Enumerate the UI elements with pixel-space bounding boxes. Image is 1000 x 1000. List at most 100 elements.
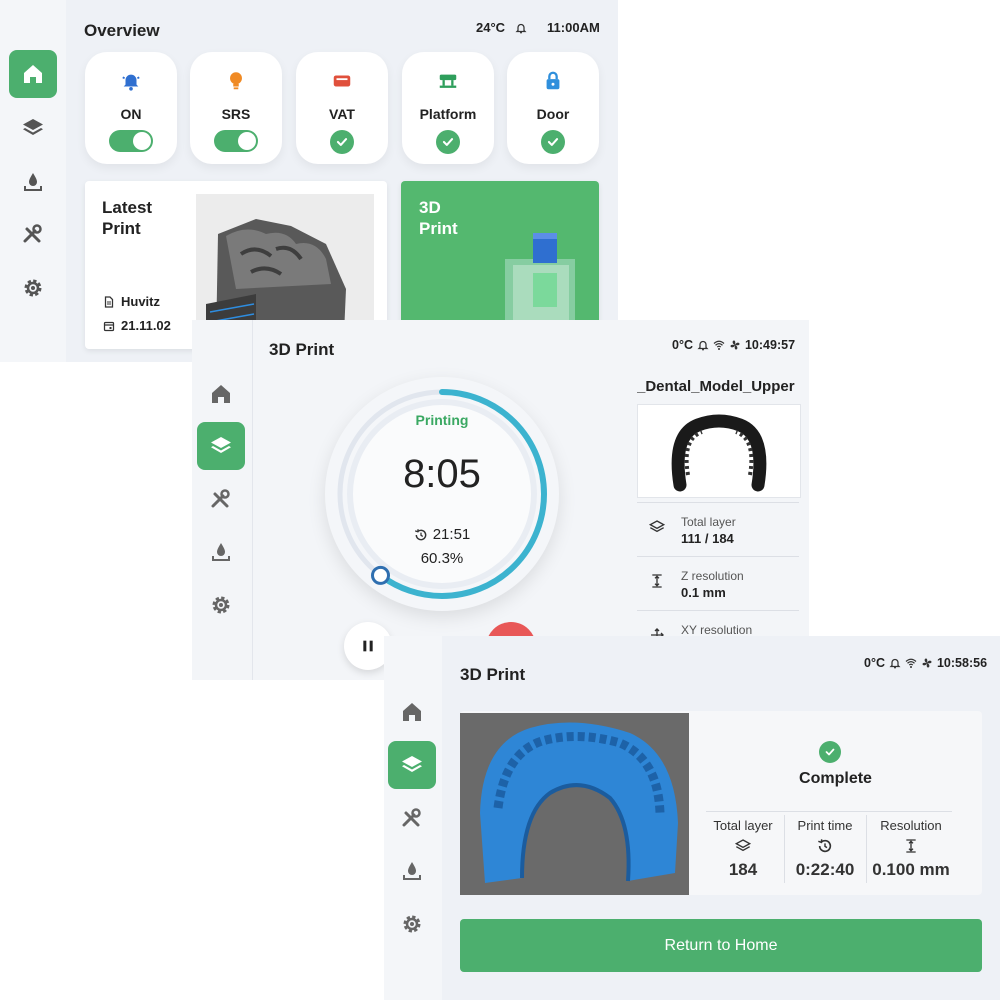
fan-icon xyxy=(922,658,932,668)
title-line: 3D xyxy=(419,198,441,217)
complete-state: Complete xyxy=(799,770,872,787)
platform-check xyxy=(436,130,460,154)
status-bar: 0°C 10:49:57 xyxy=(672,338,795,352)
wifi-icon xyxy=(713,340,725,350)
title-line: Print xyxy=(419,219,458,238)
info-row-z-resolution: Z resolution 0.1 mm xyxy=(637,556,799,611)
page-title: 3D Print xyxy=(460,665,526,684)
stat-total-layer: Total layer 184 xyxy=(703,818,783,880)
stat-resolution: Resolution 0.100 mm xyxy=(867,818,955,880)
layers-icon xyxy=(402,756,422,772)
srs-toggle[interactable] xyxy=(214,130,258,152)
resin-icon xyxy=(403,862,421,880)
sidebar-item-resin[interactable] xyxy=(388,847,436,895)
info-label: XY resolution xyxy=(681,623,753,637)
temperature: 0°C xyxy=(864,656,885,670)
elapsed-value: 21:51 xyxy=(432,526,471,543)
printing-screen: 3D Print 0°C 10:49:57 Printing 8:05 21:5… xyxy=(192,320,809,680)
bell-icon xyxy=(697,340,709,351)
layers-icon xyxy=(211,437,231,453)
complete-check xyxy=(819,741,841,763)
tile-label: VAT xyxy=(329,106,355,122)
clock: 10:58:56 xyxy=(936,656,988,670)
info-value: 0.1 mm xyxy=(681,585,726,600)
status-tile-srs: SRS xyxy=(190,52,282,164)
sidebar-item-print[interactable] xyxy=(388,741,436,789)
dental-model-image xyxy=(480,722,678,883)
tools-icon xyxy=(23,224,42,243)
progress-knob xyxy=(371,565,391,585)
gear-icon xyxy=(403,915,421,933)
print-name: Huvitz xyxy=(121,294,160,309)
tile-label: Platform xyxy=(419,106,477,122)
status-tile-door: Door xyxy=(507,52,599,164)
sidebar-item-home[interactable] xyxy=(9,50,57,98)
model-preview xyxy=(637,404,801,498)
gear-icon xyxy=(24,279,42,297)
history-icon xyxy=(414,528,427,540)
home-icon xyxy=(24,65,42,83)
home-icon xyxy=(212,385,230,403)
info-value: 111 / 184 xyxy=(681,531,734,546)
model-name: _Dental_Model_Upper xyxy=(637,378,795,395)
sidebar-item-resin[interactable] xyxy=(9,158,57,206)
sidebar-item-resin[interactable] xyxy=(197,528,245,576)
check-icon xyxy=(336,138,348,146)
vat-icon xyxy=(333,75,351,87)
sidebar xyxy=(192,320,253,680)
home-icon xyxy=(403,703,421,721)
stat-value: 184 xyxy=(728,860,758,879)
document-icon xyxy=(104,295,114,308)
calendar-icon xyxy=(103,321,115,331)
stat-label: Print time xyxy=(797,818,853,833)
check-icon xyxy=(825,748,835,756)
info-row-total-layer: Total layer 111 / 184 xyxy=(637,502,799,557)
print-date: 21.11.02 xyxy=(121,318,171,333)
tools-icon xyxy=(402,808,421,827)
overview-screen: Overview 24°C 11:00AM ON SRS VAT Platfor… xyxy=(0,0,618,362)
stat-print-time: Print time 0:22:40 xyxy=(785,818,865,880)
layers-icon xyxy=(23,119,43,135)
sidebar-item-settings[interactable] xyxy=(197,581,245,629)
sidebar-item-home[interactable] xyxy=(388,688,436,736)
bell-icon xyxy=(889,658,901,669)
info-label: Z resolution xyxy=(681,569,744,583)
sidebar-item-settings[interactable] xyxy=(388,900,436,948)
latest-print-name: Huvitz xyxy=(103,294,160,309)
sidebar-item-print[interactable] xyxy=(197,422,245,470)
sidebar-item-settings[interactable] xyxy=(9,264,57,312)
status-bar: 24°C 11:00AM xyxy=(476,20,600,35)
dental-arch-image xyxy=(671,414,767,492)
pause-icon xyxy=(363,640,373,652)
resin-icon xyxy=(24,173,42,191)
sidebar-item-tools[interactable] xyxy=(9,211,57,259)
page-title: 3D Print xyxy=(269,340,335,359)
sidebar xyxy=(0,0,66,362)
status-bar: 0°C 10:58:56 xyxy=(864,656,987,670)
latest-print-date: 21.11.02 xyxy=(103,318,171,333)
elapsed-time: 21:51 xyxy=(325,526,559,543)
tile-label: ON xyxy=(120,106,142,122)
power-toggle[interactable] xyxy=(109,130,153,152)
bulb-icon xyxy=(230,72,242,90)
info-label: Total layer xyxy=(681,515,736,529)
sidebar-item-home[interactable] xyxy=(197,370,245,418)
bell-icon xyxy=(515,23,527,33)
title-line: Print xyxy=(102,219,141,238)
z-resolution-icon xyxy=(906,839,916,853)
return-home-button[interactable]: Return to Home xyxy=(460,919,982,972)
resin-icon xyxy=(212,543,230,561)
sidebar-item-tools[interactable] xyxy=(388,795,436,843)
complete-screen: 3D Print 0°C 10:58:56 Complete Total lay… xyxy=(384,636,1000,1000)
check-icon xyxy=(442,138,454,146)
sidebar-item-print[interactable] xyxy=(9,104,57,152)
clock: 10:49:57 xyxy=(744,338,796,352)
result-preview xyxy=(460,713,689,895)
progress-percent: 60.3% xyxy=(420,550,464,567)
status-tile-platform: Platform xyxy=(402,52,494,164)
3d-print-title: 3D Print xyxy=(419,197,458,239)
temperature: 24°C xyxy=(476,20,506,35)
layers-icon xyxy=(649,520,665,533)
sidebar-item-tools[interactable] xyxy=(197,476,245,524)
status-tile-on: ON xyxy=(85,52,177,164)
